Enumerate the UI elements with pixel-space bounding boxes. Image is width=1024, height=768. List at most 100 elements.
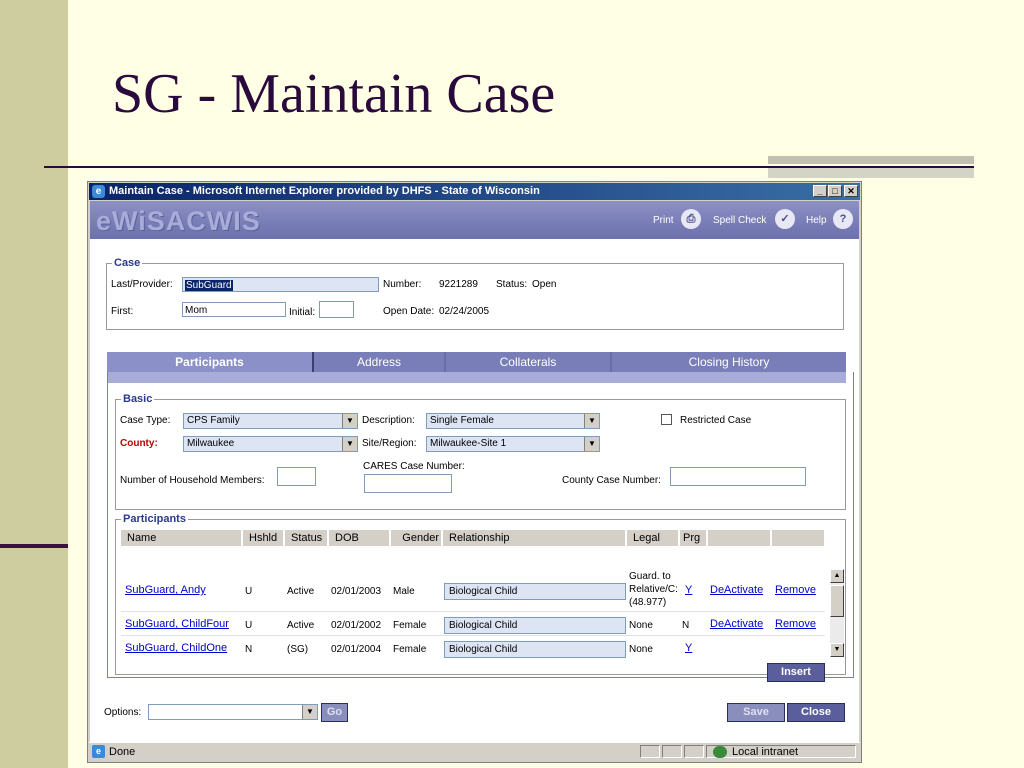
first-name-input[interactable]: Mom <box>182 302 286 317</box>
restricted-case-checkbox[interactable] <box>661 414 672 425</box>
column-header-relationship[interactable]: Relationship <box>443 530 625 546</box>
participant-name-link[interactable]: SubGuard, ChildFour <box>125 618 229 631</box>
site-region-label: Site/Region: <box>362 438 417 449</box>
open-date-value: 02/24/2005 <box>439 306 490 317</box>
participant-hshld: N <box>245 644 253 655</box>
close-button[interactable]: Close <box>787 703 845 722</box>
page-icon: e <box>92 745 105 758</box>
participant-name-link[interactable]: SubGuard, Andy <box>125 584 206 597</box>
scroll-thumb[interactable] <box>830 585 844 617</box>
column-header-hshld[interactable]: Hshld <box>243 530 283 546</box>
tab-participants[interactable]: Participants <box>107 352 312 372</box>
column-header-legal[interactable]: Legal <box>627 530 678 546</box>
app-logo: eWiSACWIS <box>96 206 261 236</box>
case-type-label: Case Type: <box>120 415 171 426</box>
slide-title: SG - Maintain Case <box>112 63 556 125</box>
last-provider-label: Last/Provider: <box>111 279 173 290</box>
participant-dob: 02/01/2003 <box>331 586 382 597</box>
browser-window: e Maintain Case - Microsoft Internet Exp… <box>87 181 862 763</box>
description-select[interactable]: Single Female ▼ <box>426 413 600 429</box>
cares-case-number-label: CARES Case Number: <box>363 461 465 472</box>
column-header-dob[interactable]: DOB <box>329 530 389 546</box>
initial-input[interactable] <box>319 301 354 318</box>
page-content: eWiSACWIS Print ⎙ Spell Check ✓ Help ? C… <box>90 201 859 742</box>
chevron-down-icon[interactable]: ▼ <box>302 705 317 719</box>
case-number-label: Number: <box>383 279 422 290</box>
options-select[interactable]: ▼ <box>148 704 318 720</box>
deactivate-link[interactable]: DeActivate <box>710 584 763 597</box>
tab-collaterals[interactable]: Collaterals <box>446 352 610 372</box>
household-members-input[interactable] <box>277 467 316 486</box>
column-header-blank <box>772 530 824 546</box>
spell-check-link[interactable]: Spell Check <box>713 215 766 226</box>
column-header-status[interactable]: Status <box>285 530 327 546</box>
print-icon[interactable]: ⎙ <box>681 209 701 229</box>
participant-status: (SG) <box>287 644 309 655</box>
relationship-field[interactable]: Biological Child <box>444 617 626 634</box>
print-link[interactable]: Print <box>653 215 674 226</box>
spell-check-icon[interactable]: ✓ <box>775 209 795 229</box>
participants-scrollbar[interactable]: ▲ ▼ <box>830 569 844 657</box>
case-number-value: 9221289 <box>439 279 478 290</box>
case-type-select[interactable]: CPS Family ▼ <box>183 413 358 429</box>
cares-case-number-input[interactable] <box>364 474 452 493</box>
site-region-select[interactable]: Milwaukee-Site 1 ▼ <box>426 436 600 452</box>
participant-legal: None <box>629 620 653 631</box>
last-provider-input[interactable]: SubGuard <box>182 277 379 292</box>
household-members-label: Number of Household Members: <box>120 475 265 486</box>
participant-dob: 02/01/2004 <box>331 644 382 655</box>
ie-icon: e <box>92 185 105 198</box>
slide-decoration-bar <box>768 168 974 178</box>
relationship-field[interactable]: Biological Child <box>444 583 626 600</box>
status-text: Done <box>109 746 136 758</box>
remove-link[interactable]: Remove <box>775 618 816 631</box>
column-header-gender[interactable]: Gender <box>391 530 441 546</box>
chevron-down-icon[interactable]: ▼ <box>584 437 599 451</box>
maximize-button[interactable]: □ <box>828 185 842 197</box>
remove-link[interactable]: Remove <box>775 584 816 597</box>
participant-legal-line: Relative/C: <box>629 584 678 595</box>
tab-strip: Participants Address Collaterals Closing… <box>107 352 846 372</box>
chevron-down-icon[interactable]: ▼ <box>584 414 599 428</box>
chevron-down-icon[interactable]: ▼ <box>342 437 357 451</box>
status-pane <box>684 745 704 758</box>
go-button[interactable]: Go <box>321 703 348 722</box>
county-case-number-input[interactable] <box>670 467 806 486</box>
insert-button[interactable]: Insert <box>767 663 825 682</box>
options-label: Options: <box>104 707 142 718</box>
slide-sidebar <box>0 0 68 768</box>
county-case-number-label: County Case Number: <box>562 475 661 486</box>
slide-left-accent <box>0 544 68 548</box>
program-link[interactable]: Y <box>685 642 692 655</box>
deactivate-link[interactable]: DeActivate <box>710 618 763 631</box>
participant-hshld: U <box>245 586 253 597</box>
row-divider <box>121 611 825 612</box>
help-icon[interactable]: ? <box>833 209 853 229</box>
chevron-down-icon[interactable]: ▼ <box>342 414 357 428</box>
restricted-case-label: Restricted Case <box>680 415 752 426</box>
scroll-down-icon[interactable]: ▼ <box>830 643 844 657</box>
save-button[interactable]: Save <box>727 703 785 722</box>
tab-closing-history[interactable]: Closing History <box>612 352 846 372</box>
participant-name-link[interactable]: SubGuard, ChildOne <box>125 642 227 655</box>
column-header-name[interactable]: Name <box>121 530 241 546</box>
window-title: Maintain Case - Microsoft Internet Explo… <box>109 185 540 197</box>
scroll-up-icon[interactable]: ▲ <box>830 569 844 583</box>
county-label: County: <box>120 438 158 449</box>
case-status-value: Open <box>532 279 557 290</box>
window-titlebar[interactable]: e Maintain Case - Microsoft Internet Exp… <box>89 183 860 200</box>
help-link[interactable]: Help <box>806 215 827 226</box>
status-pane <box>662 745 682 758</box>
relationship-field[interactable]: Biological Child <box>444 641 626 658</box>
minimize-button[interactable]: _ <box>813 185 827 197</box>
county-select[interactable]: Milwaukee ▼ <box>183 436 358 452</box>
tab-address[interactable]: Address <box>314 352 444 372</box>
participant-status: Active <box>287 586 315 597</box>
initial-label: Initial: <box>289 307 316 318</box>
column-header-prg[interactable]: Prg <box>680 530 706 546</box>
column-header-blank <box>708 530 770 546</box>
close-window-button[interactable]: ✕ <box>844 185 858 197</box>
case-status-label: Status: <box>496 279 528 290</box>
program-link[interactable]: Y <box>685 584 692 597</box>
participant-dob: 02/01/2002 <box>331 620 382 631</box>
